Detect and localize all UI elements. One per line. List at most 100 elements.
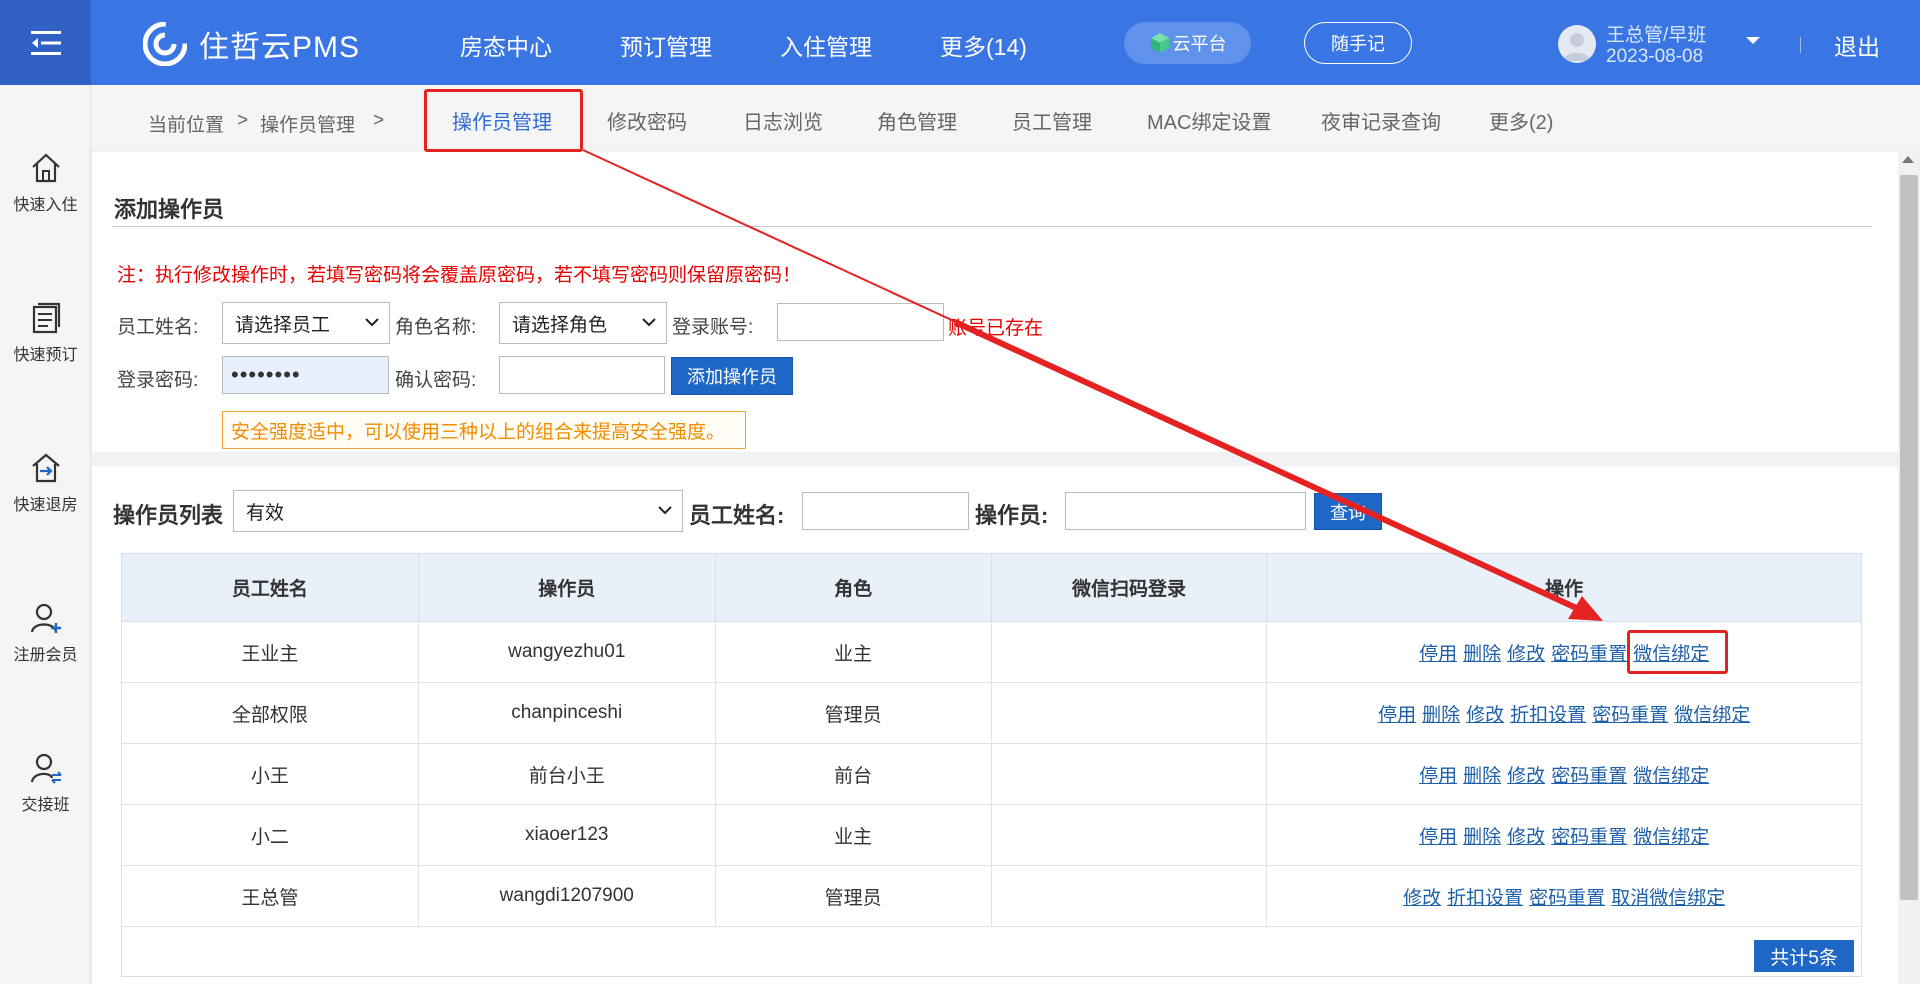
password-strength-tip: 安全强度适中，可以使用三种以上的组合来提高安全强度。 [222,411,746,449]
logout-button[interactable]: 退出 [1834,28,1880,62]
breadcrumb-location: 当前位置 [148,115,225,136]
avatar[interactable] [1558,25,1596,63]
section-title: 添加操作员 [114,197,225,222]
disable-link[interactable]: 停用 [1378,705,1416,726]
sidebar-item-quick-reserve[interactable]: 快速预订 [0,301,91,365]
employee-select[interactable]: 请选择员工 [222,302,390,344]
list-title: 操作员列表 [113,503,224,528]
employee-filter-label: 员工姓名: [689,503,785,528]
highlight-box [424,89,583,152]
confirm-password-label: 确认密码: [395,370,477,391]
chevron-down-icon[interactable] [1745,36,1761,46]
disable-link[interactable]: 停用 [1419,827,1457,848]
app-logo[interactable]: 住哲云PMS [143,22,360,66]
edit-link[interactable]: 修改 [1466,705,1504,726]
wechat-bind-link[interactable]: 微信绑定 [1674,705,1750,726]
wechat-login-cell [990,804,1268,866]
tab-mac-binding[interactable]: MAC绑定设置 [1147,106,1271,135]
tab-night-audit[interactable]: 夜审记录查询 [1321,106,1441,135]
actions-cell: 修改 折扣设置 密码重置 取消微信绑定 [1266,865,1862,927]
wechat-bind-link[interactable]: 微信绑定 [1633,766,1709,787]
breadcrumb-section[interactable]: 操作员管理 [260,110,355,137]
wechat-login-cell [990,682,1268,744]
employee-name-cell: 小二 [121,804,419,866]
reset-password-link[interactable]: 密码重置 [1529,888,1605,909]
column-header: 微信扫码登录 [990,553,1268,622]
sidebar-item-label: 交接班 [21,797,70,814]
wechat-bind-link[interactable]: 微信绑定 [1633,827,1709,848]
sidebar-item-register-member[interactable]: 注册会员 [0,601,91,665]
sidebar-item-quick-checkin[interactable]: 快速入住 [0,151,91,215]
chevron-down-icon [658,506,672,515]
logo-text: 住哲云PMS [199,31,361,64]
confirm-password-input[interactable] [499,356,665,394]
add-operator-button[interactable]: 添加操作员 [671,357,793,395]
password-input[interactable]: •••••••• [222,356,389,394]
tab-change-password[interactable]: 修改密码 [607,106,687,135]
status-select[interactable]: 有效 [233,490,683,532]
table-row: 王业主 wangyezhu01 业主 停用 删除 修改 密码重置 微信绑定 [121,621,1862,683]
reset-password-link[interactable]: 密码重置 [1551,644,1627,665]
tab-employee-management[interactable]: 员工管理 [1012,106,1092,135]
disable-link[interactable]: 停用 [1419,766,1457,787]
edit-link[interactable]: 修改 [1507,644,1545,665]
edit-link[interactable]: 修改 [1403,888,1441,909]
actions-cell: 停用 删除 修改 折扣设置 密码重置 微信绑定 [1266,682,1862,744]
operator-cell: chanpinceshi [417,682,716,744]
scrollbar-thumb[interactable] [1900,175,1918,900]
nav-reservation[interactable]: 预订管理 [620,28,712,62]
disable-link[interactable]: 停用 [1419,644,1457,665]
tab-role-management[interactable]: 角色管理 [877,106,957,135]
notes-button[interactable]: 随手记 [1304,22,1412,64]
reset-password-link[interactable]: 密码重置 [1551,827,1627,848]
divider [1800,37,1801,53]
scroll-up-arrow-icon[interactable] [1902,156,1914,163]
operator-cell: xiaoer123 [417,804,716,866]
breadcrumb-separator: > [373,110,385,131]
account-exists-error: 账号已存在 [948,318,1044,339]
delete-link[interactable]: 删除 [1422,705,1460,726]
sidebar-item-quick-checkout[interactable]: 快速退房 [0,451,91,515]
status-select-value: 有效 [246,502,285,524]
tab-log-browse[interactable]: 日志浏览 [743,106,823,135]
nav-more[interactable]: 更多(14) [940,28,1027,62]
password-label: 登录密码: [117,370,199,391]
employee-label: 员工姓名: [117,317,199,338]
actions-cell: 停用 删除 修改 密码重置 微信绑定 [1266,804,1862,866]
operator-filter-input[interactable] [1065,492,1306,530]
edit-link[interactable]: 修改 [1507,827,1545,848]
delete-link[interactable]: 删除 [1463,766,1501,787]
account-input[interactable] [777,303,944,341]
cloud-platform-button[interactable]: 云平台 [1124,22,1251,64]
edit-link[interactable]: 修改 [1507,766,1545,787]
operator-filter-label: 操作员: [975,503,1049,528]
discount-settings-link[interactable]: 折扣设置 [1510,705,1586,726]
table-row: 小二 xiaoer123 业主 停用 删除 修改 密码重置 微信绑定 [121,804,1862,866]
delete-link[interactable]: 删除 [1463,827,1501,848]
menu-toggle-button[interactable] [0,0,91,85]
role-select[interactable]: 请选择角色 [499,302,667,344]
user-name: 王总管/早班 [1606,25,1707,46]
query-button[interactable]: 查询 [1314,493,1382,530]
employee-filter-input[interactable] [802,492,969,530]
chevron-down-icon [642,318,656,327]
delete-link[interactable]: 删除 [1463,644,1501,665]
operator-table: 员工姓名 操作员 角色 微信扫码登录 操作 王业主 wangyezhu01 业主… [121,553,1862,927]
user-avatar-icon [1563,33,1591,61]
column-header: 操作员 [417,553,716,622]
tab-more[interactable]: 更多(2) [1489,106,1553,135]
table-row: 王总管 wangdi1207900 管理员 修改 折扣设置 密码重置 取消微信绑定 [121,865,1862,927]
role-select-value: 请选择角色 [512,314,608,336]
table-row: 小王 前台小王 前台 停用 删除 修改 密码重置 微信绑定 [121,743,1862,805]
total-count-badge: 共计5条 [1754,940,1854,972]
nav-room-status[interactable]: 房态中心 [460,28,552,62]
home-icon [31,153,60,183]
warning-text: 注：执行修改操作时，若填写密码将会覆盖原密码，若不填写密码则保留原密码！ [117,265,802,286]
cancel-wechat-bind-link[interactable]: 取消微信绑定 [1611,888,1725,909]
sidebar-item-shift-handover[interactable]: 交接班 [0,751,91,815]
nav-checkin[interactable]: 入住管理 [780,28,872,62]
discount-settings-link[interactable]: 折扣设置 [1447,888,1523,909]
menu-collapse-icon [30,30,61,55]
reset-password-link[interactable]: 密码重置 [1551,766,1627,787]
reset-password-link[interactable]: 密码重置 [1592,705,1668,726]
